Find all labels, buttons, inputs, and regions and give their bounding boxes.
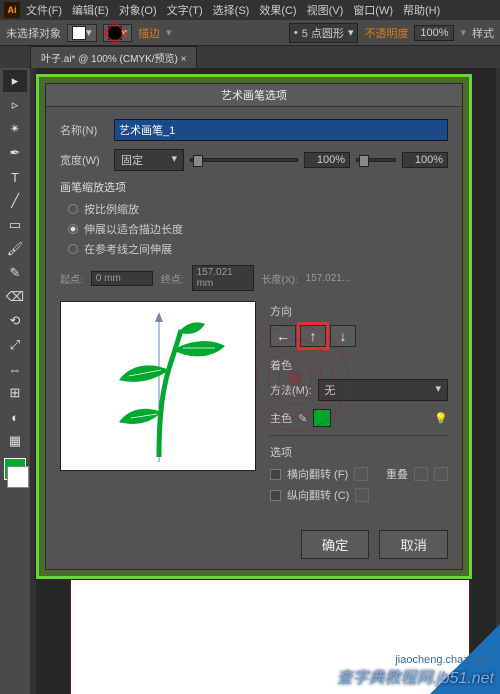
scale-section-label: 画笔缩放选项 bbox=[60, 179, 448, 195]
overlap-btn-1[interactable] bbox=[414, 467, 428, 481]
tip-icon[interactable]: 💡 bbox=[434, 412, 448, 425]
rectangle-tool[interactable]: ▭ bbox=[3, 214, 27, 236]
document-tab-strip: 叶子.ai* @ 100% (CMYK/预览) × bbox=[0, 46, 500, 68]
selection-tool[interactable]: ▸ bbox=[3, 70, 27, 92]
brush-preset-dropdown[interactable]: • 5 点圆形 ▾ bbox=[289, 23, 359, 43]
width-mode-select[interactable]: 固定▾ bbox=[114, 149, 184, 171]
radio-stretch-fit[interactable]: 伸展以适合描边长度 bbox=[68, 221, 448, 237]
rotate-tool[interactable]: ⟲ bbox=[3, 310, 27, 332]
menu-help[interactable]: 帮助(H) bbox=[399, 0, 444, 20]
radio-proportional[interactable]: 按比例缩放 bbox=[68, 201, 448, 217]
width-label: 宽度(W) bbox=[60, 152, 108, 168]
paintbrush-tool[interactable]: 🖌 bbox=[3, 238, 27, 260]
flip-v-checkbox[interactable] bbox=[270, 490, 281, 501]
colorize-label: 着色 bbox=[270, 357, 448, 373]
flip-h-checkbox[interactable] bbox=[270, 469, 281, 480]
menu-window[interactable]: 窗口(W) bbox=[349, 0, 397, 20]
free-transform-tool[interactable]: ⊞ bbox=[3, 382, 27, 404]
eraser-tool[interactable]: ⌫ bbox=[3, 286, 27, 308]
eyedropper-icon[interactable]: ✎ bbox=[298, 412, 307, 425]
stroke-swatch[interactable]: ▾ bbox=[103, 24, 133, 42]
direction-down-button[interactable]: ↓ bbox=[330, 325, 356, 347]
end-label: 终点: bbox=[161, 271, 184, 286]
name-label: 名称(N) bbox=[60, 122, 108, 138]
direction-label: 方向 bbox=[270, 303, 448, 319]
flip-v-icon bbox=[355, 488, 369, 502]
control-bar: 未选择对象 ▾ ▾ 描边 ▾ • 5 点圆形 ▾ 不透明度 100% ▾ 样式 bbox=[0, 20, 500, 46]
menu-object[interactable]: 对象(O) bbox=[115, 0, 161, 20]
direction-up-button[interactable]: ↑ bbox=[300, 325, 326, 347]
overlap-btn-2[interactable] bbox=[434, 467, 448, 481]
menu-view[interactable]: 视图(V) bbox=[303, 0, 348, 20]
app-icon: Ai bbox=[4, 2, 20, 18]
direction-left-button[interactable]: ← bbox=[270, 325, 296, 347]
gradient-tool[interactable]: ▦ bbox=[3, 430, 27, 452]
options-label: 选项 bbox=[270, 444, 448, 460]
fill-swatch[interactable]: ▾ bbox=[67, 24, 97, 42]
type-tool[interactable]: T bbox=[3, 166, 27, 188]
width-slider-2[interactable] bbox=[356, 158, 396, 162]
scale-tool[interactable]: ⤢ bbox=[3, 334, 27, 356]
style-label[interactable]: 样式 bbox=[472, 25, 494, 41]
watermark: 查字典教程网.jb51.net bbox=[337, 664, 494, 688]
workspace: ▸ ▹ ✴ ✒ T ╱ ▭ 🖌 ✎ ⌫ ⟲ ⤢ ⇔ ⊞ ◐ ▦ 艺术画笔选项 名… bbox=[0, 68, 500, 694]
opacity-label[interactable]: 不透明度 bbox=[364, 25, 408, 41]
keycolor-swatch[interactable] bbox=[313, 409, 331, 427]
width-pct-1[interactable]: 100% bbox=[304, 152, 350, 168]
start-input: 0 mm bbox=[91, 271, 153, 286]
radio-stretch-guides[interactable]: 在参考线之间伸展 bbox=[68, 241, 448, 257]
pencil-tool[interactable]: ✎ bbox=[3, 262, 27, 284]
art-brush-options-dialog: 艺术画笔选项 名称(N) 艺术画笔_1 宽度(W) 固定▾ 100% 100% … bbox=[36, 74, 472, 579]
menu-edit[interactable]: 编辑(E) bbox=[68, 0, 113, 20]
start-label: 起点: bbox=[60, 271, 83, 286]
opacity-input[interactable]: 100% bbox=[414, 25, 454, 41]
noselection-label: 未选择对象 bbox=[6, 25, 61, 41]
toolbox: ▸ ▹ ✴ ✒ T ╱ ▭ 🖌 ✎ ⌫ ⟲ ⤢ ⇔ ⊞ ◐ ▦ bbox=[0, 68, 30, 694]
dialog-title: 艺术画笔选项 bbox=[46, 84, 462, 107]
direct-selection-tool[interactable]: ▹ bbox=[3, 94, 27, 116]
magic-wand-tool[interactable]: ✴ bbox=[3, 118, 27, 140]
flip-v-label: 纵向翻转 (C) bbox=[287, 487, 349, 503]
flip-h-label: 横向翻转 (F) bbox=[287, 466, 348, 482]
menu-file[interactable]: 文件(F) bbox=[22, 0, 66, 20]
method-select[interactable]: 无▾ bbox=[318, 379, 448, 401]
menu-select[interactable]: 选择(S) bbox=[209, 0, 254, 20]
pen-tool[interactable]: ✒ bbox=[3, 142, 27, 164]
shape-builder-tool[interactable]: ◐ bbox=[3, 406, 27, 428]
stroke-label[interactable]: 描边 bbox=[138, 25, 160, 41]
line-tool[interactable]: ╱ bbox=[3, 190, 27, 212]
flip-h-icon bbox=[354, 467, 368, 481]
stroke-color-well[interactable] bbox=[7, 466, 29, 488]
cancel-button[interactable]: 取消 bbox=[379, 530, 448, 559]
keycolor-label: 主色 bbox=[270, 410, 292, 426]
method-label: 方法(M): bbox=[270, 382, 312, 398]
length-value: 157.021... bbox=[306, 273, 350, 284]
menu-bar: Ai 文件(F) 编辑(E) 对象(O) 文字(T) 选择(S) 效果(C) 视… bbox=[0, 0, 500, 20]
menu-effect[interactable]: 效果(C) bbox=[255, 0, 300, 20]
length-label: 长度(X): bbox=[262, 271, 298, 286]
overlap-label: 重叠 bbox=[386, 466, 408, 482]
menu-type[interactable]: 文字(T) bbox=[163, 0, 207, 20]
width-tool[interactable]: ⇔ bbox=[3, 358, 27, 380]
width-pct-2[interactable]: 100% bbox=[402, 152, 448, 168]
end-input: 157.021 mm bbox=[192, 265, 254, 291]
brush-preview bbox=[60, 301, 256, 471]
ok-button[interactable]: 确定 bbox=[301, 530, 370, 559]
document-tab[interactable]: 叶子.ai* @ 100% (CMYK/预览) × bbox=[30, 46, 197, 68]
width-slider-1[interactable] bbox=[190, 158, 298, 162]
name-input[interactable]: 艺术画笔_1 bbox=[114, 119, 448, 141]
